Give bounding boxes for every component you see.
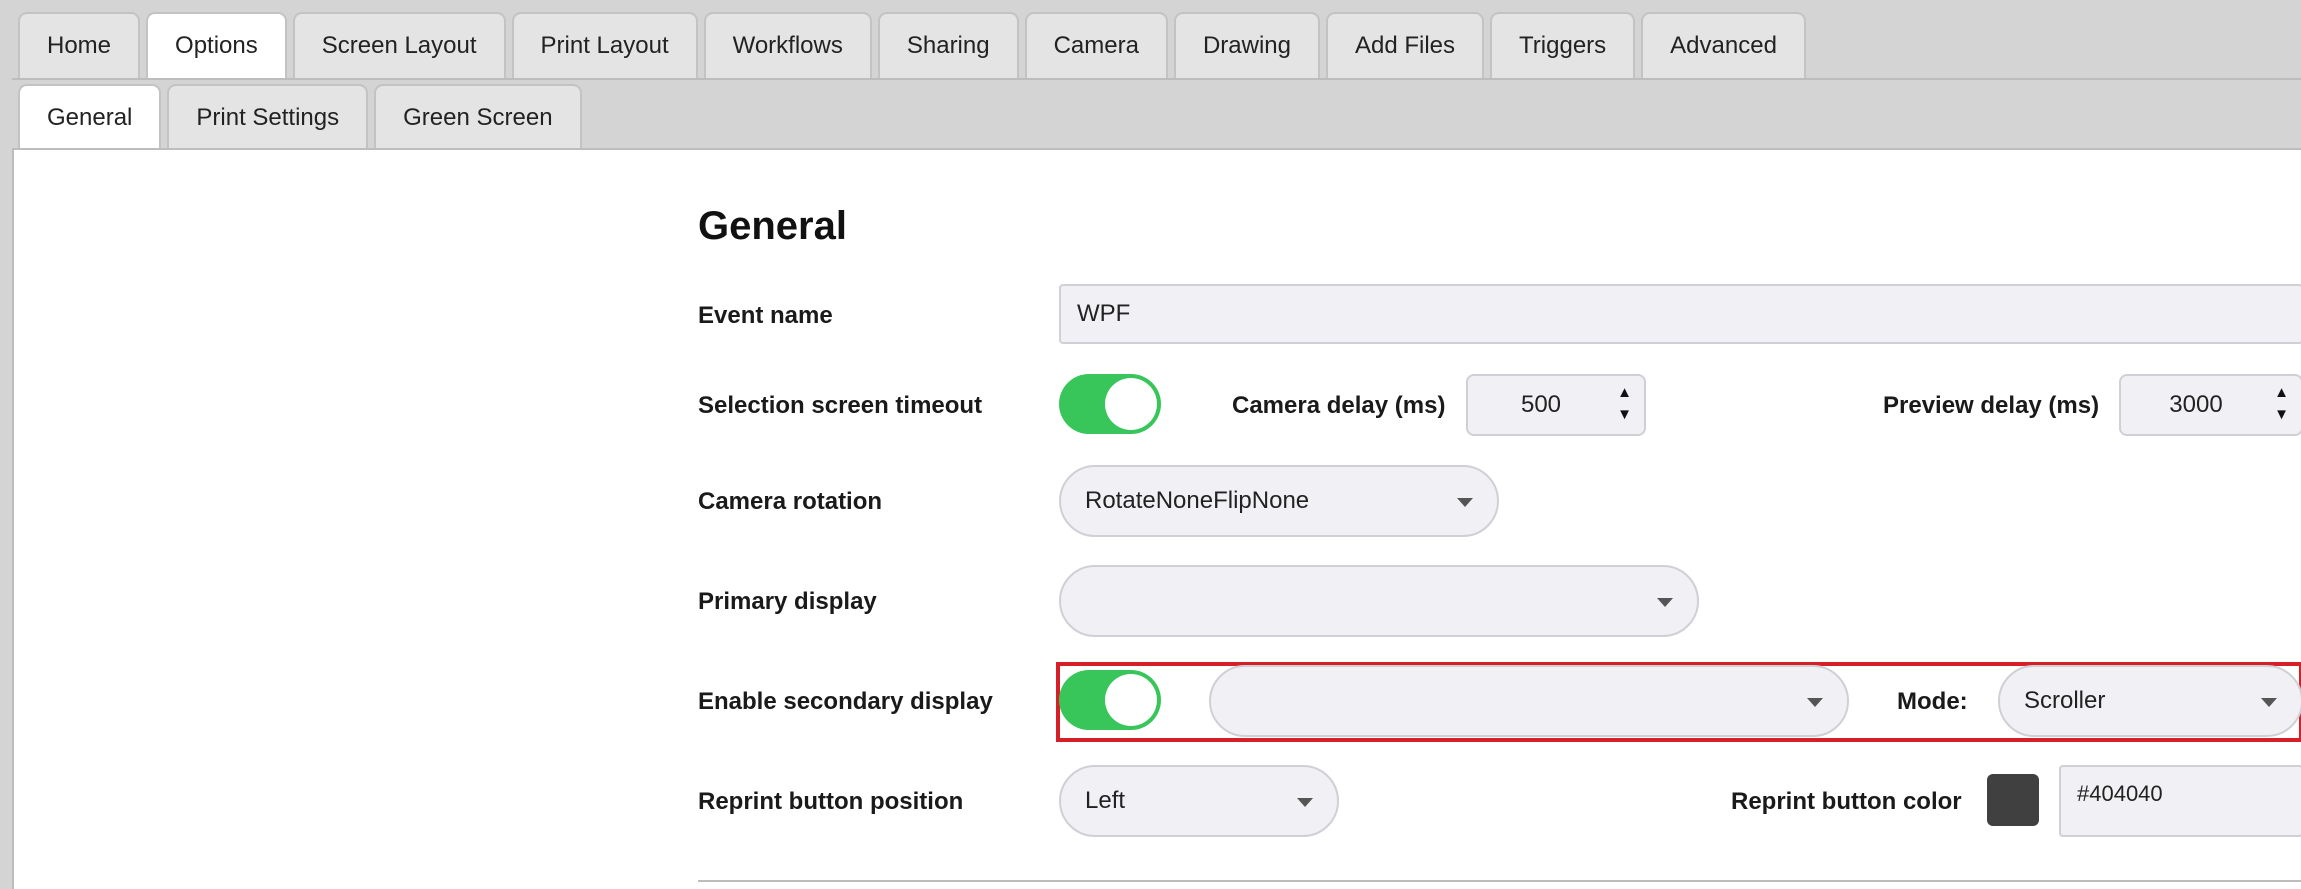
subtab-general[interactable]: General <box>18 84 162 150</box>
sub-tab-bar: General Print Settings Green Screen <box>18 84 588 150</box>
tab-label: Options <box>175 32 258 59</box>
reprint-position-dropdown[interactable]: Left <box>1059 765 1339 837</box>
secondary-display-label: Enable secondary display <box>698 688 993 715</box>
tab-label: Screen Layout <box>321 32 477 59</box>
tab-label: General <box>47 104 133 131</box>
mode-dropdown[interactable]: Scroller <box>1998 665 2301 737</box>
tab-label: Green Screen <box>403 104 553 131</box>
tab-label: Print Layout <box>540 32 669 59</box>
caret-down-icon <box>1657 598 1673 607</box>
preview-delay-label: Preview delay (ms) <box>1883 392 2100 419</box>
mode-label: Mode: <box>1897 688 1968 715</box>
reprint-color-swatch[interactable] <box>1987 774 2039 826</box>
tab-label: Camera <box>1053 32 1139 59</box>
subtab-green-screen[interactable]: Green Screen <box>374 84 582 150</box>
selection-timeout-toggle[interactable] <box>1059 374 1161 434</box>
reprint-position-value: Left <box>1085 787 1126 814</box>
tab-advanced[interactable]: Advanced <box>1641 12 1806 78</box>
mode-value: Scroller <box>2024 687 2106 714</box>
general-settings-panel: General Event name WPF Selection screen … <box>12 150 2301 889</box>
primary-display-label: Primary display <box>698 588 877 615</box>
camera-rotation-value: RotateNoneFlipNone <box>1085 487 1310 514</box>
toggle-knob <box>1105 378 1157 430</box>
caret-down-icon <box>1457 498 1473 507</box>
up-down-arrows-icon[interactable]: ▲ ▼ <box>1617 382 1632 426</box>
primary-display-dropdown[interactable] <box>1059 565 1699 637</box>
tab-drawing[interactable]: Drawing <box>1173 12 1320 78</box>
tab-label: Advanced <box>1670 32 1777 59</box>
camera-rotation-dropdown[interactable]: RotateNoneFlipNone <box>1059 465 1499 537</box>
tab-label: Add Files <box>1354 32 1456 59</box>
event-name-label: Event name <box>698 302 833 329</box>
tab-options[interactable]: Options <box>146 12 287 78</box>
tab-print-layout[interactable]: Print Layout <box>511 12 698 78</box>
event-name-value: WPF <box>1077 300 1131 327</box>
top-tab-bar: Home Options Screen Layout Print Layout … <box>18 12 1812 78</box>
section-divider <box>698 880 2301 882</box>
tab-label: Workflows <box>732 32 843 59</box>
camera-rotation-label: Camera rotation <box>698 488 883 515</box>
tab-triggers[interactable]: Triggers <box>1490 12 1636 78</box>
tab-sharing[interactable]: Sharing <box>877 12 1019 78</box>
tab-label: Drawing <box>1202 32 1291 59</box>
event-name-input[interactable]: WPF <box>1059 284 2301 344</box>
up-down-arrows-icon[interactable]: ▲ ▼ <box>2274 382 2289 426</box>
caret-down-icon <box>1807 698 1823 707</box>
reprint-color-value: #404040 <box>2077 781 2163 806</box>
reprint-position-label: Reprint button position <box>698 788 964 815</box>
tab-label: Sharing <box>906 32 990 59</box>
subtab-print-settings[interactable]: Print Settings <box>167 84 369 150</box>
tab-label: Print Settings <box>196 104 340 131</box>
camera-delay-value: 500 <box>1520 391 1562 418</box>
preview-delay-value: 3000 <box>2169 391 2223 418</box>
top-tab-divider <box>12 78 2301 80</box>
tab-label: Home <box>47 32 112 59</box>
tab-add-files[interactable]: Add Files <box>1325 12 1485 78</box>
tab-label: Triggers <box>1519 32 1607 59</box>
caret-down-icon <box>1297 798 1313 807</box>
reprint-color-input[interactable]: #404040 <box>2059 765 2301 837</box>
reprint-color-label: Reprint button color <box>1731 788 1962 815</box>
preview-delay-spinner[interactable]: 3000 ▲ ▼ <box>2119 374 2301 436</box>
secondary-display-toggle[interactable] <box>1059 670 1161 730</box>
section-title: General <box>698 204 847 248</box>
tab-home[interactable]: Home <box>18 12 141 78</box>
caret-down-icon <box>2261 698 2277 707</box>
secondary-display-dropdown[interactable] <box>1209 665 1849 737</box>
camera-delay-spinner[interactable]: 500 ▲ ▼ <box>1466 374 1646 436</box>
selection-timeout-label: Selection screen timeout <box>698 392 983 419</box>
tab-screen-layout[interactable]: Screen Layout <box>292 12 506 78</box>
toggle-knob <box>1105 674 1157 726</box>
camera-delay-label: Camera delay (ms) <box>1232 392 1446 419</box>
tab-camera[interactable]: Camera <box>1024 12 1168 78</box>
tab-workflows[interactable]: Workflows <box>703 12 872 78</box>
